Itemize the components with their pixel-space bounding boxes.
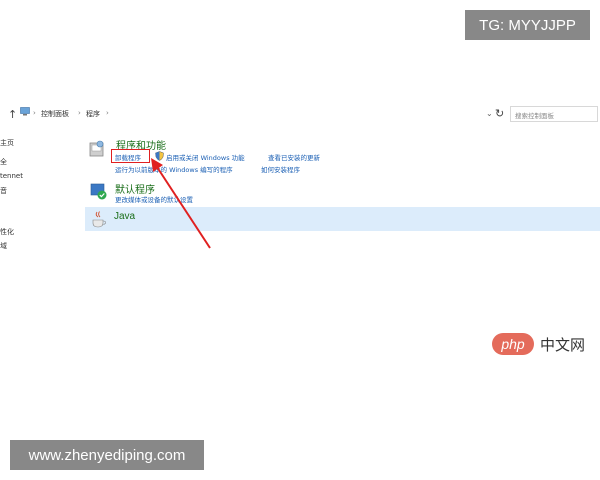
link-media-defaults[interactable]: 更改媒体或设备的默认设置: [115, 194, 193, 204]
java-icon: [92, 211, 106, 228]
watermark-top: TG: MYYJJPP: [465, 10, 590, 40]
default-programs-icon: [90, 183, 107, 200]
computer-icon: [20, 107, 30, 116]
breadcrumb-control-panel[interactable]: 控制面板: [41, 109, 69, 119]
breadcrumb-separator: ›: [33, 109, 36, 117]
search-input[interactable]: 搜索控制面板: [510, 106, 598, 122]
category-title-java[interactable]: Java: [114, 211, 135, 222]
programs-icon: [89, 140, 104, 157]
java-row-highlight[interactable]: [85, 207, 600, 231]
php-logo-badge: php: [492, 333, 534, 355]
breadcrumb-separator: ›: [78, 109, 81, 117]
watermark-bottom: www.zhenyediping.com: [10, 440, 204, 470]
link-windows-features[interactable]: 启用或关闭 Windows 功能: [166, 152, 245, 162]
link-how-to-install[interactable]: 如何安装程序: [261, 164, 300, 174]
shield-icon: [155, 151, 164, 161]
nav-item-home[interactable]: 主页: [0, 138, 14, 148]
refresh-icon[interactable]: ↻: [495, 107, 504, 120]
nav-item[interactable]: tennet: [0, 172, 23, 180]
breadcrumb-separator: ›: [106, 109, 109, 117]
chevron-down-icon[interactable]: ⌄: [486, 109, 493, 118]
nav-item[interactable]: 域: [0, 241, 7, 251]
highlight-box: [111, 149, 150, 163]
up-arrow-icon[interactable]: ↑: [8, 108, 17, 121]
breadcrumb-programs[interactable]: 程序: [86, 109, 100, 119]
annotation-arrow: [151, 158, 211, 249]
link-compatibility[interactable]: 运行为以前版本的 Windows 编写的程序: [115, 164, 233, 174]
nav-item[interactable]: 性化: [0, 227, 14, 237]
nav-item[interactable]: 全: [0, 157, 7, 167]
php-logo-text: 中文网: [540, 336, 586, 354]
nav-item[interactable]: 音: [0, 186, 7, 196]
link-installed-updates[interactable]: 查看已安装的更新: [268, 152, 320, 162]
